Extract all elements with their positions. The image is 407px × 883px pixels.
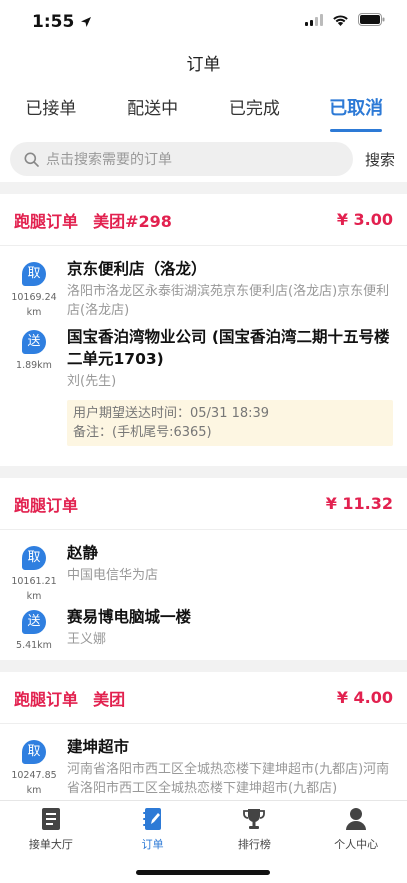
edit-notebook-icon	[142, 808, 161, 830]
tabbar-label: 订单	[141, 838, 164, 851]
pickup-address: 洛阳市洛龙区永泰街湖滨苑京东便利店(洛龙店)京东便利店(洛龙店)	[67, 284, 390, 318]
order-title: 跑腿订单 美团	[14, 686, 125, 710]
expected-delivery-time: 用户期望送达时间：05/31 18:39	[73, 406, 270, 421]
pickup-address: 中国电信华为店	[67, 568, 159, 583]
order-type: 跑腿订单	[14, 211, 79, 231]
dropoff-distance: 1.89km	[16, 360, 52, 371]
divider	[0, 466, 407, 478]
home-indicator	[136, 870, 270, 875]
status-bar: 1:55	[0, 0, 407, 44]
search-button[interactable]: 搜索	[365, 149, 395, 170]
pickup-badge: 取	[22, 262, 46, 286]
trophy-icon	[243, 809, 266, 829]
pickup-stop: 取 10247.85km 建坤超市 河南省洛阳市西工区全城热恋楼下建坤超市(九都…	[0, 724, 407, 798]
tabbar-label: 接单大厅	[28, 838, 73, 851]
pickup-distance: 10161.21km	[11, 576, 57, 602]
order-price: ¥ 11.32	[325, 494, 393, 513]
tabbar-label: 排行榜	[237, 838, 271, 851]
order-price: ¥ 4.00	[336, 688, 393, 707]
dropoff-badge-col: 送 5.41km	[9, 610, 59, 653]
search-input[interactable]: 点击搜索需要的订单	[10, 142, 353, 176]
order-header: 跑腿订单 ¥ 11.32	[0, 478, 407, 530]
divider	[0, 182, 407, 194]
order-header: 跑腿订单 美团#298 ¥ 3.00	[0, 194, 407, 246]
search-placeholder: 点击搜索需要的订单	[46, 152, 172, 168]
status-time: 1:55	[32, 12, 92, 32]
pickup-badge-col: 取 10169.24km	[9, 262, 59, 320]
page-title: 订单	[0, 44, 407, 86]
pickup-badge-col: 取 10247.85km	[9, 740, 59, 798]
order-source: 美团	[93, 689, 126, 709]
pickup-name: 京东便利店（洛龙）	[67, 260, 207, 278]
app-screen: 1:55 订单 已接单 配送中 已完成 已取消 点击搜索需要的订单 搜索 跑腿订…	[0, 0, 407, 883]
location-arrow-icon	[81, 17, 92, 27]
pickup-distance: 10169.24km	[11, 292, 57, 318]
order-status-tabs: 已接单 配送中 已完成 已取消	[0, 86, 407, 136]
tab-accepted[interactable]: 已接单	[0, 86, 102, 136]
pickup-badge: 取	[22, 740, 46, 764]
dropoff-badge-col: 送 1.89km	[9, 330, 59, 373]
tab-cancelled[interactable]: 已取消	[305, 86, 407, 136]
person-icon	[346, 808, 367, 830]
order-card[interactable]: 跑腿订单 美团#298 ¥ 3.00 取 10169.24km 京东便利店（洛龙…	[0, 194, 407, 466]
order-price: ¥ 3.00	[336, 210, 393, 229]
dropoff-badge: 送	[22, 610, 46, 634]
signal-icon	[305, 13, 323, 26]
pickup-badge-col: 取 10161.21km	[9, 546, 59, 604]
tabbar-item-order-hall[interactable]: 接单大厅	[0, 801, 102, 883]
pickup-address: 河南省洛阳市西工区全城热恋楼下建坤超市(九都店)河南省洛阳市西工区全城热恋楼下建…	[67, 762, 390, 796]
pickup-badge: 取	[22, 546, 46, 570]
pickup-name: 赵静	[67, 544, 99, 562]
dropoff-badge: 送	[22, 330, 46, 354]
dropoff-name: 赛易博电脑城一楼	[67, 608, 192, 626]
dropoff-distance: 5.41km	[16, 640, 52, 651]
dropoff-name: 国宝香泊湾物业公司 (国宝香泊湾二期十五号楼二单元1703)	[67, 328, 390, 368]
dropoff-contact: 王义娜	[67, 632, 107, 647]
order-remark: 备注：(手机尾号:6365)	[73, 425, 212, 440]
order-type: 跑腿订单	[14, 689, 79, 709]
order-card[interactable]: 跑腿订单 ¥ 11.32 取 10161.21km 赵静 中国电信华为店 送 5…	[0, 478, 407, 660]
tabbar-item-profile[interactable]: 个人中心	[305, 801, 407, 883]
document-list-icon	[41, 808, 60, 830]
battery-icon	[358, 13, 385, 26]
dropoff-contact: 刘(先生)	[67, 374, 117, 389]
delivery-note: 用户期望送达时间：05/31 18:39 备注：(手机尾号:6365)	[67, 400, 393, 446]
pickup-stop: 取 10161.21km 赵静 中国电信华为店	[0, 530, 407, 602]
pickup-distance: 10247.85km	[11, 770, 57, 796]
search-icon	[24, 152, 39, 167]
dropoff-stop: 送 5.41km 赛易博电脑城一楼 王义娜	[0, 602, 407, 658]
pickup-name: 建坤超市	[67, 738, 130, 756]
bottom-tab-bar: 接单大厅 订单 排行榜 个人中心	[0, 800, 407, 883]
order-title: 跑腿订单 美团#298	[14, 208, 172, 232]
tab-delivering[interactable]: 配送中	[102, 86, 204, 136]
wifi-icon	[333, 14, 348, 26]
order-title: 跑腿订单	[14, 492, 78, 516]
search-row: 点击搜索需要的订单 搜索	[0, 136, 407, 182]
tab-completed[interactable]: 已完成	[204, 86, 306, 136]
pickup-stop: 取 10169.24km 京东便利店（洛龙） 洛阳市洛龙区永泰街湖滨苑京东便利店…	[0, 246, 407, 322]
order-source: 美团#298	[93, 211, 172, 231]
divider	[0, 660, 407, 672]
order-header: 跑腿订单 美团 ¥ 4.00	[0, 672, 407, 724]
order-type: 跑腿订单	[14, 495, 79, 515]
dropoff-stop: 送 1.89km 国宝香泊湾物业公司 (国宝香泊湾二期十五号楼二单元1703) …	[0, 322, 407, 390]
status-indicators	[305, 13, 385, 26]
clock-text: 1:55	[32, 12, 75, 32]
tabbar-label: 个人中心	[334, 838, 379, 851]
